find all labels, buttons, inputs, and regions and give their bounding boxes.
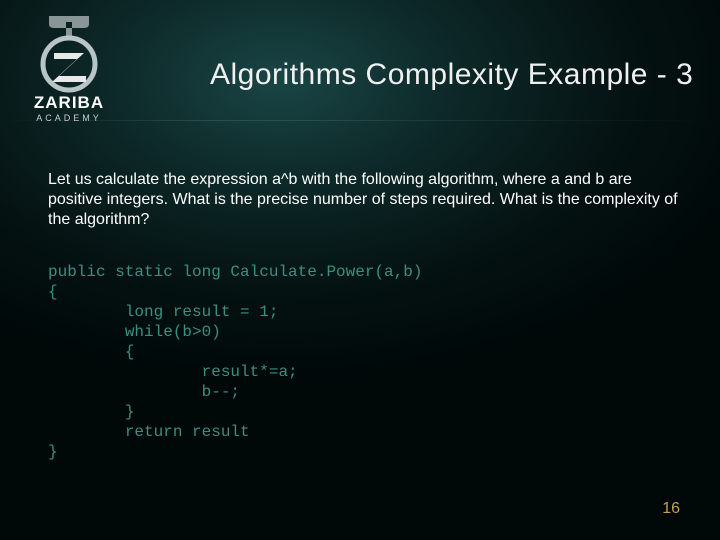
code-sample: public static long Calculate.Power(a,b) … <box>48 262 422 462</box>
problem-statement: Let us calculate the expression a^b with… <box>48 170 680 230</box>
zariba-academy-logo: ZARIBA ACADEMY <box>14 8 124 128</box>
logo-brand-bottom: ACADEMY <box>36 113 102 123</box>
divider-line <box>0 120 720 121</box>
logo-brand-top: ZARIBA <box>34 93 104 112</box>
page-number: 16 <box>662 500 680 518</box>
slide-title: Algorithms Complexity Example - 3 <box>210 58 720 92</box>
